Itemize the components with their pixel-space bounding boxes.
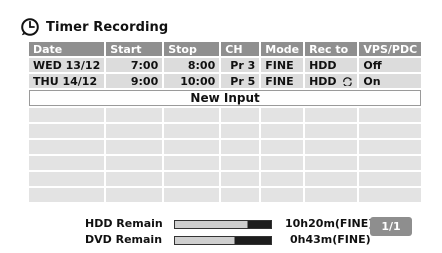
empty-cell (261, 140, 304, 154)
hdd-remain-bar (174, 220, 272, 229)
empty-cell (29, 140, 105, 154)
empty-cell (164, 140, 220, 154)
empty-row[interactable] (29, 124, 422, 138)
dvd-remain-value: 0h43m(FINE) (290, 233, 371, 246)
empty-cell (221, 156, 260, 170)
empty-cell (221, 188, 260, 202)
hdd-remain-bar-fill (175, 221, 248, 228)
empty-cell (359, 188, 422, 202)
repeat-arrow-icon (343, 76, 353, 87)
timer-table: Date Start Stop CH Mode Rec to VPS/PDC W… (27, 40, 423, 204)
empty-row[interactable] (29, 172, 422, 186)
empty-cell (261, 124, 304, 138)
empty-cell (106, 156, 163, 170)
empty-cell (305, 124, 358, 138)
empty-cell (221, 140, 260, 154)
empty-cell (261, 156, 304, 170)
column-header-mode: Mode (261, 42, 304, 56)
empty-cell (221, 172, 260, 186)
column-header-stop: Stop (164, 42, 220, 56)
cell-date: WED 13/12 (29, 58, 105, 72)
cell-stop: 10:00 (164, 74, 220, 88)
hdd-remain-label: HDD Remain (85, 217, 163, 230)
empty-row[interactable] (29, 156, 422, 170)
cell-rec-to: HDD (305, 74, 358, 88)
empty-cell (359, 140, 422, 154)
cell-ch: Pr 3 (221, 58, 260, 72)
cell-rec-to: HDD (305, 58, 358, 72)
cell-vps-pdc: On (359, 74, 422, 88)
empty-cell (359, 108, 422, 122)
cell-ch: Pr 5 (221, 74, 260, 88)
column-header-ch: CH (221, 42, 260, 56)
empty-row[interactable] (29, 140, 422, 154)
dvd-remain-label: DVD Remain (85, 233, 163, 246)
empty-cell (29, 156, 105, 170)
empty-cell (305, 188, 358, 202)
empty-cell (29, 188, 105, 202)
empty-cell (261, 188, 304, 202)
empty-cell (106, 140, 163, 154)
empty-rows (29, 108, 422, 202)
page-title: Timer Recording (46, 19, 169, 35)
empty-cell (164, 156, 220, 170)
dvd-remain-bar (174, 236, 272, 245)
empty-cell (29, 172, 105, 186)
empty-cell (106, 124, 163, 138)
empty-row[interactable] (29, 188, 422, 202)
timer-clock-icon (21, 18, 39, 36)
empty-cell (29, 124, 105, 138)
empty-cell (305, 172, 358, 186)
column-header-rec-to: Rec to (305, 42, 358, 56)
empty-cell (29, 108, 105, 122)
cell-vps-pdc: Off (359, 58, 422, 72)
empty-cell (164, 188, 220, 202)
empty-row[interactable] (29, 108, 422, 122)
cell-start: 9:00 (106, 74, 163, 88)
empty-cell (261, 108, 304, 122)
dvd-remain-bar-fill (175, 237, 235, 244)
empty-cell (359, 172, 422, 186)
rec-to-text: HDD (309, 74, 337, 88)
empty-cell (359, 124, 422, 138)
title-bar: Timer Recording (20, 15, 168, 39)
table-row[interactable]: THU 14/12 9:00 10:00 Pr 5 FINE HDD On (29, 74, 422, 88)
page-indicator: 1/1 (370, 217, 412, 236)
empty-cell (164, 124, 220, 138)
new-input-button[interactable]: New Input (29, 90, 422, 106)
cell-mode: FINE (261, 74, 304, 88)
empty-cell (305, 108, 358, 122)
cell-mode: FINE (261, 58, 304, 72)
empty-cell (106, 188, 163, 202)
column-header-vps-pdc: VPS/PDC (359, 42, 422, 56)
empty-cell (305, 140, 358, 154)
timer-recording-screen: Timer Recording Date Start Stop CH Mode … (0, 0, 442, 253)
empty-cell (106, 108, 163, 122)
empty-cell (221, 124, 260, 138)
table-header-row: Date Start Stop CH Mode Rec to VPS/PDC (29, 42, 422, 56)
new-input-row[interactable]: New Input (29, 90, 422, 106)
hdd-remain-value: 10h20m(FINE) (285, 217, 374, 230)
empty-cell (106, 172, 163, 186)
cell-date: THU 14/12 (29, 74, 105, 88)
empty-cell (305, 156, 358, 170)
empty-cell (221, 108, 260, 122)
column-header-start: Start (106, 42, 163, 56)
empty-cell (164, 172, 220, 186)
column-header-date: Date (29, 42, 105, 56)
cell-start: 7:00 (106, 58, 163, 72)
empty-cell (261, 172, 304, 186)
empty-cell (359, 156, 422, 170)
cell-stop: 8:00 (164, 58, 220, 72)
empty-cell (164, 108, 220, 122)
table-row[interactable]: WED 13/12 7:00 8:00 Pr 3 FINE HDD Off (29, 58, 422, 72)
